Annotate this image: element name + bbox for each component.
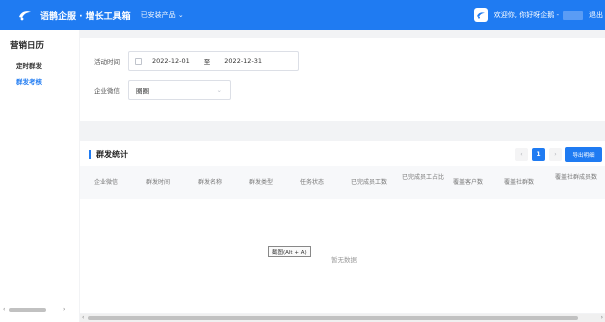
sidebar-horizontal-scrollbar[interactable]: ‹ › bbox=[0, 306, 79, 314]
wecom-label: 企业微信 bbox=[94, 87, 120, 95]
wecom-select[interactable]: 圈圈 ⌄ bbox=[128, 80, 231, 100]
main-horizontal-scrollbar[interactable]: ‹ › bbox=[80, 314, 605, 322]
column-header: 任务状态 bbox=[300, 179, 325, 186]
screenshot-tooltip: 截图(Alt + A) bbox=[268, 246, 311, 257]
activity-date-range-picker[interactable]: 2022-12-01 至 2022-12-31 bbox=[128, 51, 299, 71]
column-header: 群发时间 bbox=[146, 179, 171, 186]
current-page-button[interactable]: 1 bbox=[532, 148, 545, 161]
brand-name[interactable]: 语鹊企服 · 增长工具箱 bbox=[40, 9, 131, 22]
column-header: 覆盖社群数 bbox=[504, 179, 535, 186]
range-separator: 至 bbox=[203, 58, 211, 66]
sidebar-item-scheduled-mass-send[interactable]: 定时群发 bbox=[0, 60, 79, 70]
export-details-button[interactable]: 导出明细 bbox=[565, 147, 602, 162]
start-date[interactable]: 2022-12-01 bbox=[152, 57, 190, 65]
scroll-left-arrow-icon[interactable]: ‹ bbox=[3, 306, 5, 314]
sidebar-title: 营销日历 bbox=[10, 41, 45, 51]
column-header: 群发名称 bbox=[198, 179, 223, 186]
main-scroll-thumb[interactable] bbox=[88, 316, 578, 320]
table-header: 企业微信 群发时间 群发名称 群发类型 任务状态 已完成员工数 已完成员工占比 … bbox=[80, 166, 605, 199]
empty-state-text: 暂无数据 bbox=[331, 256, 357, 264]
prev-page-button[interactable]: ‹ bbox=[515, 148, 528, 161]
chevron-down-icon: ⌄ bbox=[175, 11, 184, 19]
column-header: 覆盖客户数 bbox=[453, 179, 484, 186]
activity-time-row: 活动时间 2022-12-01 至 2022-12-31 bbox=[94, 51, 299, 71]
top-navigation-bar: 语鹊企服 · 增长工具箱 已安装产品 ⌄ 欢迎你, 你好呀企鹅 - 退出 bbox=[0, 0, 605, 30]
scroll-right-arrow-icon[interactable]: › bbox=[601, 314, 603, 322]
masked-username bbox=[563, 10, 583, 20]
wecom-row: 企业微信 圈圈 ⌄ bbox=[94, 80, 231, 100]
column-header: 已完成员工占比 bbox=[402, 174, 445, 181]
next-page-button[interactable]: › bbox=[549, 148, 562, 161]
brand-logo-icon[interactable] bbox=[18, 8, 32, 22]
stats-title-text: 群发统计 bbox=[96, 150, 128, 159]
column-header: 企业微信 bbox=[94, 179, 119, 186]
stats-section-title: 群发统计 bbox=[89, 149, 128, 160]
installed-products-label: 已安装产品 bbox=[140, 11, 176, 19]
column-header: 覆盖社群成员数 bbox=[555, 174, 598, 181]
scroll-right-arrow-icon[interactable]: › bbox=[63, 306, 65, 314]
sidebar-item-mass-send-assessment[interactable]: 群发考核 bbox=[0, 76, 79, 86]
scroll-left-arrow-icon[interactable]: ‹ bbox=[82, 314, 84, 322]
mass-send-stats-panel: 群发统计 ‹ 1 › 导出明细 企业微信 群发时间 群发名称 群发类型 任务状态… bbox=[80, 141, 605, 313]
logout-link[interactable]: 退出 bbox=[589, 10, 603, 20]
chevron-down-icon: ⌄ bbox=[216, 86, 222, 94]
column-header: 群发类型 bbox=[249, 179, 274, 186]
title-accent-bar bbox=[89, 150, 91, 159]
sidebar: 营销日历 定时群发 群发考核 bbox=[0, 30, 79, 322]
activity-time-label: 活动时间 bbox=[94, 58, 120, 66]
welcome-text: 欢迎你, 你好呀企鹅 - bbox=[493, 11, 559, 19]
user-area: 欢迎你, 你好呀企鹅 - 退出 bbox=[473, 0, 605, 30]
pagination: ‹ 1 › bbox=[515, 148, 562, 161]
calendar-icon bbox=[135, 57, 142, 65]
installed-products-dropdown[interactable]: 已安装产品 ⌄ bbox=[141, 10, 184, 20]
filter-panel: 活动时间 2022-12-01 至 2022-12-31 企业微信 圈圈 ⌄ bbox=[80, 38, 605, 121]
sidebar-scroll-thumb[interactable] bbox=[9, 308, 46, 312]
column-header: 已完成员工数 bbox=[351, 179, 388, 186]
end-date[interactable]: 2022-12-31 bbox=[224, 57, 262, 65]
wecom-selected-value: 圈圈 bbox=[136, 87, 149, 95]
user-avatar[interactable] bbox=[473, 8, 488, 22]
